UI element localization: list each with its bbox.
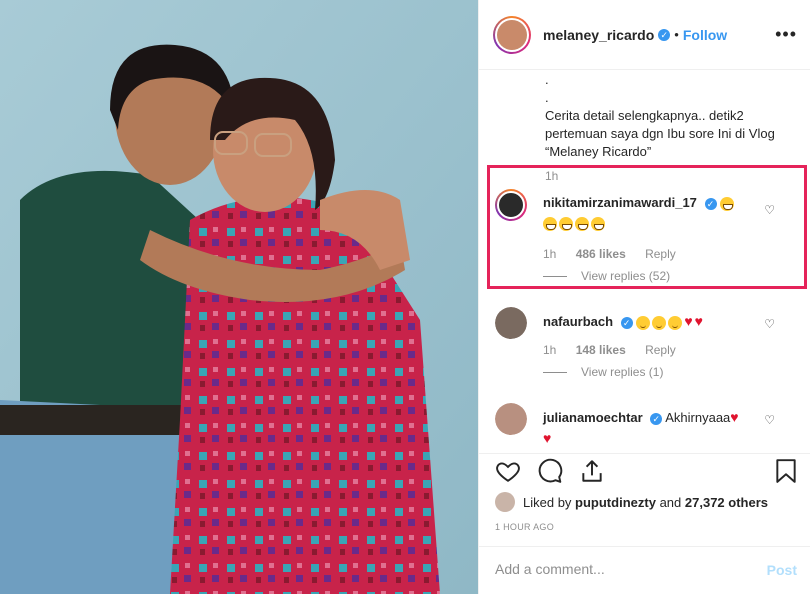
comment-like-heart-icon[interactable]: ♡ — [764, 203, 775, 217]
comment-icon[interactable] — [537, 458, 563, 484]
heart-emoji-icon: ♥ — [730, 409, 739, 425]
comment-meta: 1h 486 likes Reply — [543, 247, 692, 261]
more-icon[interactable]: ••• — [775, 24, 797, 45]
comment-username[interactable]: julianamoechtar — [543, 410, 643, 425]
grin-emoji-icon — [591, 216, 605, 231]
comment-text: nafaurbach ✓ ♥ ♥ — [543, 311, 771, 332]
comment-likes[interactable]: 148 likes — [576, 343, 626, 357]
heart-emoji-icon: ♥ — [684, 313, 693, 329]
comment-username[interactable]: nafaurbach — [543, 314, 613, 329]
post-caption: . . Cerita detail selengkapnya.. detik2 … — [545, 71, 795, 161]
header-separator: • — [674, 27, 679, 42]
caption-dot: . — [545, 72, 549, 87]
comment-body: Akhirnyaaa — [665, 410, 731, 425]
liked-by: Liked by puputdinezty and 27,372 others — [495, 492, 768, 512]
liked-by-user[interactable]: puputdinezty — [575, 495, 656, 510]
hug-emoji-icon — [652, 315, 667, 330]
comment-item: nikitamirzanimawardi_17 ✓ 1h 486 likes R… — [495, 189, 795, 289]
heart-emoji-icon: ♥ — [694, 313, 703, 329]
post-actions: Liked by puputdinezty and 27,372 others … — [479, 453, 810, 593]
reply-button[interactable]: Reply — [645, 343, 676, 357]
post-comment-button[interactable]: Post — [767, 562, 797, 578]
follow-button[interactable]: Follow — [683, 27, 727, 43]
comment-meta: 1h 148 likes Reply — [543, 343, 692, 357]
view-replies-label: View replies (52) — [581, 269, 671, 283]
comment-like-heart-icon[interactable]: ♡ — [764, 317, 775, 331]
post-photo[interactable] — [0, 0, 478, 594]
grin-emoji-icon — [559, 216, 573, 231]
view-replies-label: View replies (1) — [581, 365, 664, 379]
comment-username[interactable]: nikitamirzanimawardi_17 — [543, 195, 697, 210]
heart-emoji-icon: ♥ — [543, 430, 552, 446]
comment-likes[interactable]: 486 likes — [576, 247, 626, 261]
comment-like-heart-icon[interactable]: ♡ — [764, 413, 775, 427]
hug-emoji-icon — [636, 315, 651, 330]
comment-avatar[interactable] — [495, 307, 527, 339]
comment-input[interactable] — [495, 561, 735, 577]
verified-badge-icon: ✓ — [620, 316, 633, 329]
comment-time[interactable]: 1h — [543, 343, 556, 357]
comment-avatar[interactable] — [495, 403, 527, 435]
verified-badge-icon: ✓ — [704, 197, 717, 210]
liked-by-and: and — [659, 494, 682, 510]
liked-by-others[interactable]: 27,372 others — [685, 495, 768, 510]
hug-emoji-icon — [668, 315, 683, 330]
comment-text: nikitamirzanimawardi_17 ✓ — [543, 193, 771, 233]
replies-divider — [543, 371, 567, 373]
comment-text: julianamoechtar ✓ Akhirnyaaa♥ ♥ — [543, 407, 771, 449]
author-username[interactable]: melaney_ricardo — [543, 27, 654, 43]
caption-text: Cerita detail selengkapnya.. detik2 pert… — [545, 108, 775, 159]
liked-by-avatar[interactable] — [495, 492, 515, 512]
author-avatar[interactable] — [493, 15, 531, 54]
bookmark-icon[interactable] — [775, 458, 797, 484]
post-header: melaney_ricardo ✓ • Follow ••• — [479, 0, 810, 70]
add-comment-bar: Post — [479, 546, 810, 594]
comment-item: julianamoechtar ✓ Akhirnyaaa♥ ♥ ♡ — [495, 403, 795, 453]
replies-divider — [543, 275, 567, 277]
post-side-panel: melaney_ricardo ✓ • Follow ••• . . Cerit… — [478, 0, 810, 594]
reply-button[interactable]: Reply — [645, 247, 676, 261]
comments-list[interactable]: . . Cerita detail selengkapnya.. detik2 … — [479, 71, 810, 453]
caption-dot: . — [545, 90, 549, 105]
post-image — [0, 0, 478, 594]
liked-by-prefix: Liked by — [523, 494, 572, 510]
grin-emoji-icon — [720, 196, 735, 211]
verified-badge-icon: ✓ — [650, 412, 663, 425]
post-timestamp[interactable]: 1 HOUR AGO — [495, 522, 554, 532]
verified-badge-icon: ✓ — [658, 28, 671, 41]
grin-emoji-icon — [575, 216, 589, 231]
comment-time[interactable]: 1h — [543, 247, 556, 261]
view-replies[interactable]: View replies (52) — [543, 269, 670, 283]
heart-icon[interactable] — [495, 458, 521, 484]
comment-avatar[interactable] — [495, 189, 527, 221]
comment-item: nafaurbach ✓ ♥ ♥ 1h 148 likes Reply View … — [495, 307, 795, 387]
grin-emoji-icon — [543, 216, 557, 231]
action-icons — [495, 458, 605, 484]
share-icon[interactable] — [579, 458, 605, 484]
view-replies[interactable]: View replies (1) — [543, 365, 663, 379]
